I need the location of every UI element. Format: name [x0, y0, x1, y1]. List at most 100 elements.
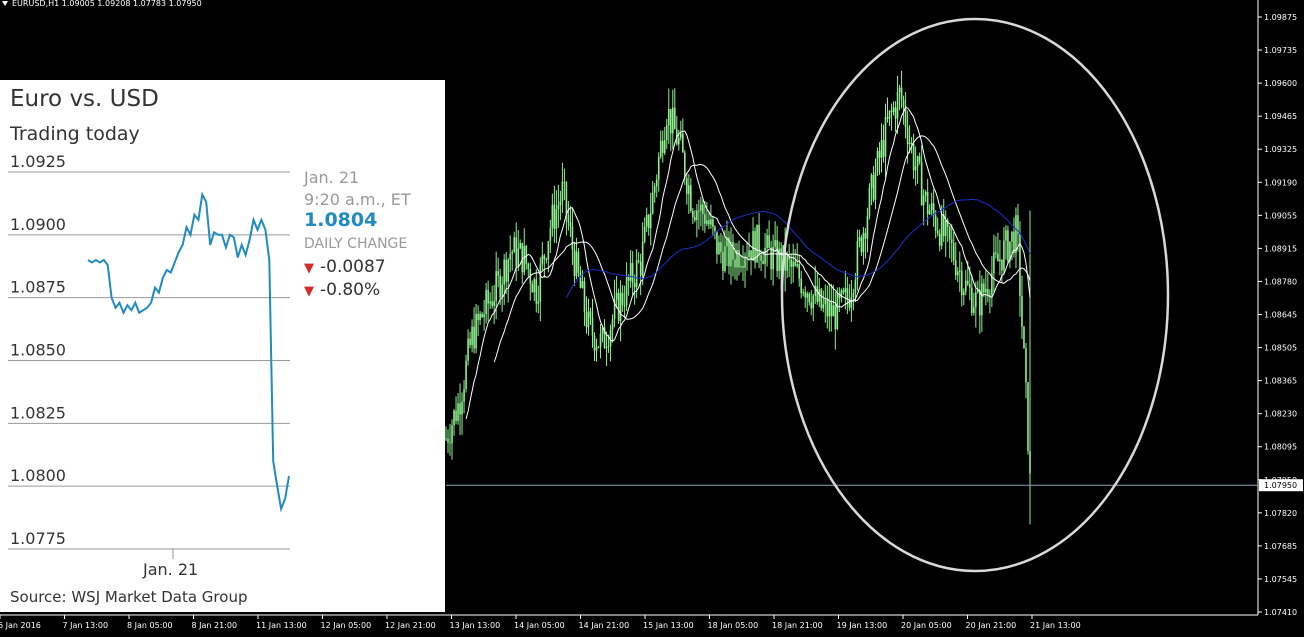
time-label: 21 Jan 13:00	[1030, 621, 1081, 630]
price-label: 1.08645	[1264, 311, 1297, 320]
price-label: 1.08780	[1264, 277, 1297, 286]
candle-body	[716, 230, 718, 255]
price-label: 1.08505	[1264, 344, 1297, 353]
candle-body	[647, 214, 650, 229]
candle-body	[964, 280, 967, 292]
candle-body	[481, 313, 483, 318]
quote-price: 1.0804	[304, 209, 378, 231]
candle-body	[973, 307, 975, 314]
candle-body	[882, 140, 885, 157]
change-abs: ▼ -0.0087	[304, 257, 386, 277]
candle-body	[816, 286, 819, 302]
candle-body	[954, 260, 957, 276]
candle-body	[619, 292, 622, 321]
candle-body	[1001, 259, 1003, 271]
candle-body	[535, 279, 538, 304]
candle-body	[902, 99, 905, 107]
candle-body	[684, 152, 686, 178]
candle-body	[511, 252, 514, 254]
candle-body	[537, 301, 540, 304]
candle-body	[673, 107, 676, 130]
candle-body	[479, 313, 481, 321]
candle-body	[629, 262, 632, 281]
candle-body	[455, 410, 457, 421]
candle-body	[886, 117, 889, 119]
candle-body	[495, 271, 497, 302]
candle-body	[669, 108, 672, 134]
candle-body	[649, 213, 652, 229]
candle-body	[1025, 348, 1027, 383]
candle-body	[451, 425, 453, 444]
candle-body	[844, 288, 847, 293]
candle-body	[960, 270, 963, 296]
candle-body	[665, 125, 668, 141]
candle-body	[744, 257, 746, 268]
candle-body	[834, 305, 837, 330]
candle-body	[547, 241, 550, 260]
price-label: 1.09190	[1264, 178, 1297, 187]
candle-body	[469, 338, 471, 346]
candle-body	[509, 253, 512, 260]
candle-body	[565, 182, 568, 215]
candle-body	[461, 401, 463, 415]
candle-body	[551, 204, 554, 228]
candle-body	[852, 293, 855, 298]
candle-body	[625, 277, 628, 306]
quote-time: 9:20 a.m., ET	[304, 190, 411, 209]
candle-body	[944, 220, 947, 237]
candle-body	[914, 166, 917, 171]
candle-body	[527, 263, 530, 270]
candle-body	[641, 241, 644, 276]
price-label: 1.09600	[1264, 79, 1297, 88]
candle-body	[549, 227, 552, 242]
candle-body	[985, 288, 987, 293]
candle-body	[930, 203, 933, 211]
candle-body	[870, 174, 873, 188]
candle-body	[497, 271, 499, 276]
time-label: 14 Jan 05:00	[514, 621, 565, 630]
chart-subtitle: Trading today	[10, 123, 140, 145]
candle-body	[659, 140, 662, 157]
candle-body	[858, 237, 861, 242]
candle-body	[983, 283, 985, 293]
candle-body	[1021, 295, 1023, 327]
candle-body	[655, 179, 658, 187]
candle-body	[635, 260, 638, 288]
candle-body	[680, 133, 682, 138]
candle-body	[499, 275, 501, 298]
y-tick-label: 1.0925	[10, 152, 66, 171]
wsj-line-chart: 1.0925 1.0900 1.0875 1.0850 1.0825 1.0800 1.07…	[8, 152, 290, 559]
price-label: 1.07685	[1264, 542, 1297, 551]
candle-body	[615, 293, 618, 300]
candle-body	[483, 314, 485, 318]
candle-body	[593, 335, 596, 351]
candle-body	[1005, 230, 1007, 241]
candle-body	[906, 127, 909, 145]
candle-body	[1007, 230, 1009, 261]
candle-body	[958, 270, 961, 272]
candle-body	[966, 280, 969, 285]
candle-body	[993, 252, 995, 274]
candle-body	[864, 232, 867, 239]
candle-body	[525, 246, 528, 264]
candle-body	[698, 210, 700, 212]
candle-body	[888, 110, 891, 119]
candle-body	[776, 240, 778, 271]
candle-body	[894, 107, 897, 119]
candle-body	[884, 117, 887, 157]
candle-body	[874, 172, 877, 200]
candle-body	[449, 442, 451, 444]
candle-body	[459, 403, 461, 415]
candle-body	[748, 250, 750, 257]
candle-body	[854, 279, 857, 294]
price-label: 1.07410	[1264, 608, 1297, 617]
candle-body	[539, 264, 542, 302]
candle-body	[904, 106, 907, 128]
y-tick-label: 1.0800	[10, 466, 66, 485]
candle-body	[677, 137, 680, 145]
candle-body	[916, 156, 919, 167]
y-tick-label: 1.0850	[10, 341, 66, 360]
candle-body	[631, 262, 634, 283]
candle-body	[467, 338, 469, 361]
candle-body	[1023, 326, 1025, 349]
